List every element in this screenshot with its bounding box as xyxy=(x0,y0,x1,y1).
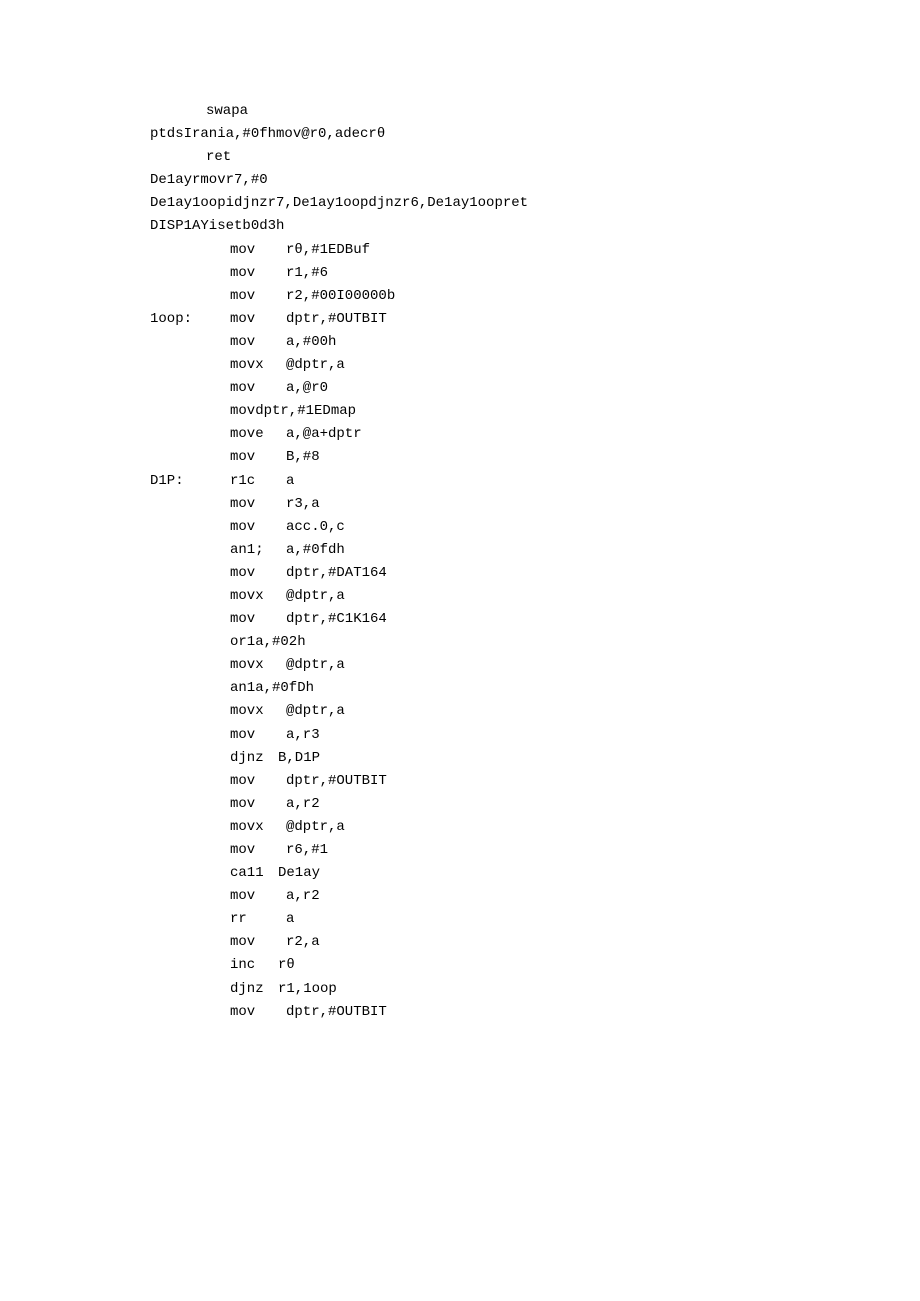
code-line: movx@dptr,a xyxy=(150,700,920,723)
code-line: mova,r2 xyxy=(150,793,920,816)
code-line: movr2,a xyxy=(150,931,920,954)
code-line: mova,#00h xyxy=(150,331,920,354)
code-line: an1;a,#0fdh xyxy=(150,539,920,562)
code-line: movacc.0,c xyxy=(150,516,920,539)
code-line: movr3,a xyxy=(150,493,920,516)
code-line: De1ay1oopidjnzr7,De1ay1oopdjnzr6,De1ay1o… xyxy=(150,192,920,215)
code-line: movdptr,#1EDmap xyxy=(150,400,920,423)
code-line: mova,r3 xyxy=(150,724,920,747)
code-line-label-dlp: D1P:r1ca xyxy=(150,470,920,493)
code-line: DISP1AYisetb0d3h xyxy=(150,215,920,238)
code-line: movr1,#6 xyxy=(150,262,920,285)
code-line: De1ayrmovr7,#0 xyxy=(150,169,920,192)
code-line: djnzr1,1oop xyxy=(150,978,920,1001)
code-line: or1a,#02h xyxy=(150,631,920,654)
code-line: movx@dptr,a xyxy=(150,585,920,608)
code-line: movr6,#1 xyxy=(150,839,920,862)
code-line: movea,@a+dptr xyxy=(150,423,920,446)
code-line: movdptr,#C1K164 xyxy=(150,608,920,631)
code-line: incrθ xyxy=(150,954,920,977)
code-line: movdptr,#DAT164 xyxy=(150,562,920,585)
code-line: rra xyxy=(150,908,920,931)
code-line: an1a,#0fDh xyxy=(150,677,920,700)
code-line: mova,@r0 xyxy=(150,377,920,400)
code-line: movx@dptr,a xyxy=(150,354,920,377)
code-line: ca11De1ay xyxy=(150,862,920,885)
code-line: movx@dptr,a xyxy=(150,654,920,677)
code-line: movdptr,#OUTBIT xyxy=(150,1001,920,1024)
code-line: movx@dptr,a xyxy=(150,816,920,839)
code-line: movrθ,#1EDBuf xyxy=(150,239,920,262)
code-line: movr2,#00I00000b xyxy=(150,285,920,308)
code-line-label-loop: 1oop:movdptr,#OUTBIT xyxy=(150,308,920,331)
code-line: mova,r2 xyxy=(150,885,920,908)
code-line: ptdsIrania,#0fhmov@r0,adecrθ xyxy=(150,123,920,146)
code-line: swapa xyxy=(150,100,920,123)
code-line: ret xyxy=(150,146,920,169)
code-line: movB,#8 xyxy=(150,446,920,469)
code-line: djnzB,D1P xyxy=(150,747,920,770)
page: swapa ptdsIrania,#0fhmov@r0,adecrθ ret D… xyxy=(0,0,920,1301)
code-line: movdptr,#OUTBIT xyxy=(150,770,920,793)
